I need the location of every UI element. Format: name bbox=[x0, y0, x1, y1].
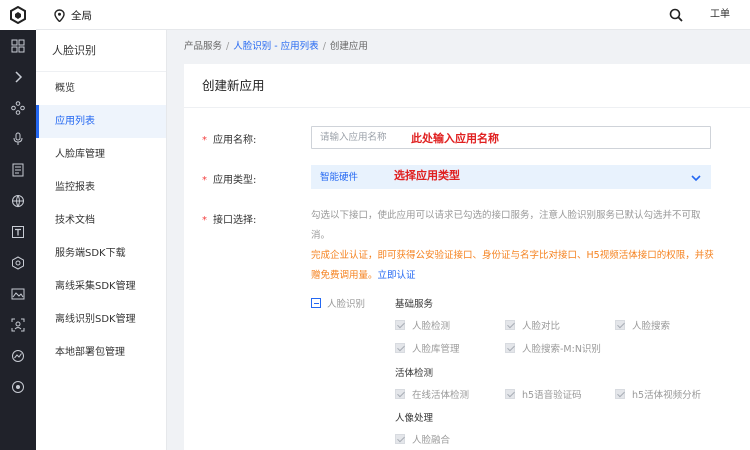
checkbox-label: h5活体视频分析 bbox=[632, 390, 702, 401]
breadcrumb-root[interactable]: 产品服务 bbox=[184, 41, 222, 52]
network-icon[interactable] bbox=[0, 92, 36, 123]
app-type-value: 智能硬件 bbox=[320, 172, 359, 183]
page-title: 创建新应用 bbox=[184, 64, 750, 108]
app-type-label-text: 应用类型: bbox=[213, 175, 257, 186]
cloud-logo-icon[interactable] bbox=[0, 0, 36, 30]
checkbox-label: 在线活体检测 bbox=[412, 390, 470, 401]
checkbox-h5-video-liveness[interactable]: h5活体视频分析 bbox=[615, 387, 701, 401]
breadcrumb-app-list-link[interactable]: 人脸识别 - 应用列表 bbox=[233, 41, 318, 52]
api-select-label-text: 接口选择: bbox=[213, 215, 257, 226]
create-app-card: 创建新应用 * 应用名称: 此处输入应用名称 * 应用类型: 智能硬件 选择应用类型… bbox=[184, 64, 750, 450]
checkbox-checked-icon[interactable] bbox=[505, 389, 515, 399]
app-type-annotation: 选择应用类型 bbox=[394, 169, 460, 182]
checkbox-face-compare[interactable]: 人脸对比 bbox=[505, 318, 560, 332]
checkbox-face-search-mn[interactable]: 人脸搜索-M:N识别 bbox=[505, 341, 601, 355]
settings-cycle-icon[interactable] bbox=[0, 371, 36, 402]
sidebar-item-offline-capture-sdk[interactable]: 离线采集SDK管理 bbox=[36, 270, 166, 303]
checkbox-online-liveness[interactable]: 在线活体检测 bbox=[395, 387, 469, 401]
text-t-icon[interactable] bbox=[0, 216, 36, 247]
checkbox-face-search[interactable]: 人脸搜索 bbox=[615, 318, 670, 332]
app-name-label-text: 应用名称: bbox=[213, 135, 257, 146]
checkbox-label: 人脸搜索 bbox=[632, 321, 671, 332]
sidebar-item-offline-recognition-sdk[interactable]: 离线识别SDK管理 bbox=[36, 303, 166, 336]
checkbox-label: 人脸搜索-M:N识别 bbox=[522, 344, 601, 355]
checkbox-h5-voice-code[interactable]: h5语音验证码 bbox=[505, 387, 582, 401]
sidebar-item-server-sdk[interactable]: 服务端SDK下载 bbox=[36, 237, 166, 270]
sidebar-item-overview[interactable]: 概览 bbox=[36, 72, 166, 105]
breadcrumb: 产品服务 / 人脸识别 - 应用列表 / 创建应用 bbox=[184, 30, 368, 64]
checkbox-label: 人脸对比 bbox=[522, 321, 561, 332]
checkbox-checked-icon[interactable] bbox=[395, 389, 405, 399]
checkbox-label: 人脸库管理 bbox=[412, 344, 460, 355]
checkbox-face-merge[interactable]: 人脸融合 bbox=[395, 432, 450, 446]
checkbox-checked-icon[interactable] bbox=[505, 343, 515, 353]
microphone-icon[interactable] bbox=[0, 123, 36, 154]
checkbox-checked-icon[interactable] bbox=[395, 320, 405, 330]
product-sidebar: 人脸识别 概览 应用列表 人脸库管理 监控报表 技术文档 服务端SDK下载 离线… bbox=[36, 30, 167, 450]
analytics-icon[interactable] bbox=[0, 340, 36, 371]
collapse-minus-icon[interactable] bbox=[311, 298, 321, 308]
chevron-down-icon bbox=[691, 175, 701, 182]
sidebar-item-app-list[interactable]: 应用列表 bbox=[36, 105, 166, 138]
hexagon-icon[interactable] bbox=[0, 247, 36, 278]
checkbox-checked-icon[interactable] bbox=[505, 320, 515, 330]
certification-notice: 完成企业认证，即可获得公安验证接口、身份证与名字比对接口、H5视频活体接口的权限… bbox=[311, 246, 721, 286]
location-pin-icon bbox=[54, 8, 65, 22]
globe-icon[interactable] bbox=[0, 185, 36, 216]
group-title-basic: 基础服务 bbox=[395, 299, 434, 310]
checkbox-checked-icon[interactable] bbox=[615, 389, 625, 399]
chevron-right-icon[interactable] bbox=[0, 61, 36, 92]
top-bar: 全局 工单 bbox=[36, 0, 750, 30]
checkbox-label: 人脸检测 bbox=[412, 321, 451, 332]
app-root: 全局 工单 人脸识别 概览 应用列表 人脸库管理 监控报表 技术文档 服务端SD… bbox=[0, 0, 750, 450]
tree-root-label: 人脸识别 bbox=[327, 299, 366, 310]
document-icon[interactable] bbox=[0, 154, 36, 185]
certify-now-link[interactable]: 立即认证 bbox=[378, 270, 416, 281]
breadcrumb-separator: / bbox=[322, 41, 326, 52]
sidebar-item-monitoring[interactable]: 监控报表 bbox=[36, 171, 166, 204]
checkbox-face-detect[interactable]: 人脸检测 bbox=[395, 318, 450, 332]
sidebar-item-face-library[interactable]: 人脸库管理 bbox=[36, 138, 166, 171]
checkbox-checked-icon[interactable] bbox=[395, 343, 405, 353]
checkbox-checked-icon[interactable] bbox=[615, 320, 625, 330]
checkbox-checked-icon[interactable] bbox=[395, 434, 405, 444]
region-label: 全局 bbox=[71, 9, 92, 22]
app-name-annotation: 此处输入应用名称 bbox=[411, 132, 499, 145]
sidebar-item-local-deploy[interactable]: 本地部署包管理 bbox=[36, 336, 166, 369]
region-selector[interactable]: 全局 bbox=[54, 0, 92, 30]
app-type-select[interactable]: 智能硬件 bbox=[311, 165, 711, 189]
image-icon[interactable] bbox=[0, 278, 36, 309]
group-title-portrait: 人像处理 bbox=[395, 413, 434, 424]
icon-rail bbox=[0, 0, 36, 450]
app-name-field[interactable] bbox=[311, 126, 711, 149]
breadcrumb-separator: / bbox=[226, 41, 230, 52]
api-description: 勾选以下接口，使此应用可以请求已勾选的接口服务，注意人脸识别服务已默认勾选并不可… bbox=[311, 210, 701, 241]
required-mark: * bbox=[202, 215, 207, 226]
face-scan-icon[interactable] bbox=[0, 309, 36, 340]
checkbox-face-library[interactable]: 人脸库管理 bbox=[395, 341, 460, 355]
grid-icon[interactable] bbox=[0, 30, 36, 61]
breadcrumb-current: 创建应用 bbox=[329, 41, 368, 52]
ticket-link[interactable]: 工单 bbox=[710, 0, 730, 30]
api-select-label: * 接口选择: bbox=[202, 211, 256, 226]
required-mark: * bbox=[202, 135, 207, 146]
face-recognition-tree-node[interactable]: 人脸识别 bbox=[311, 296, 365, 310]
required-mark: * bbox=[202, 175, 207, 186]
app-type-label: * 应用类型: bbox=[202, 171, 256, 186]
certification-notice-text: 完成企业认证，即可获得公安验证接口、身份证与名字比对接口、H5视频活体接口的权限… bbox=[311, 250, 714, 281]
app-name-label: * 应用名称: bbox=[202, 131, 256, 146]
checkbox-label: 人脸融合 bbox=[412, 435, 451, 446]
sidebar-title: 人脸识别 bbox=[36, 30, 166, 72]
app-name-input[interactable] bbox=[312, 127, 710, 148]
sidebar-item-docs[interactable]: 技术文档 bbox=[36, 204, 166, 237]
search-icon[interactable] bbox=[669, 8, 683, 22]
group-title-liveness: 活体检测 bbox=[395, 368, 434, 379]
checkbox-label: h5语音验证码 bbox=[522, 390, 582, 401]
